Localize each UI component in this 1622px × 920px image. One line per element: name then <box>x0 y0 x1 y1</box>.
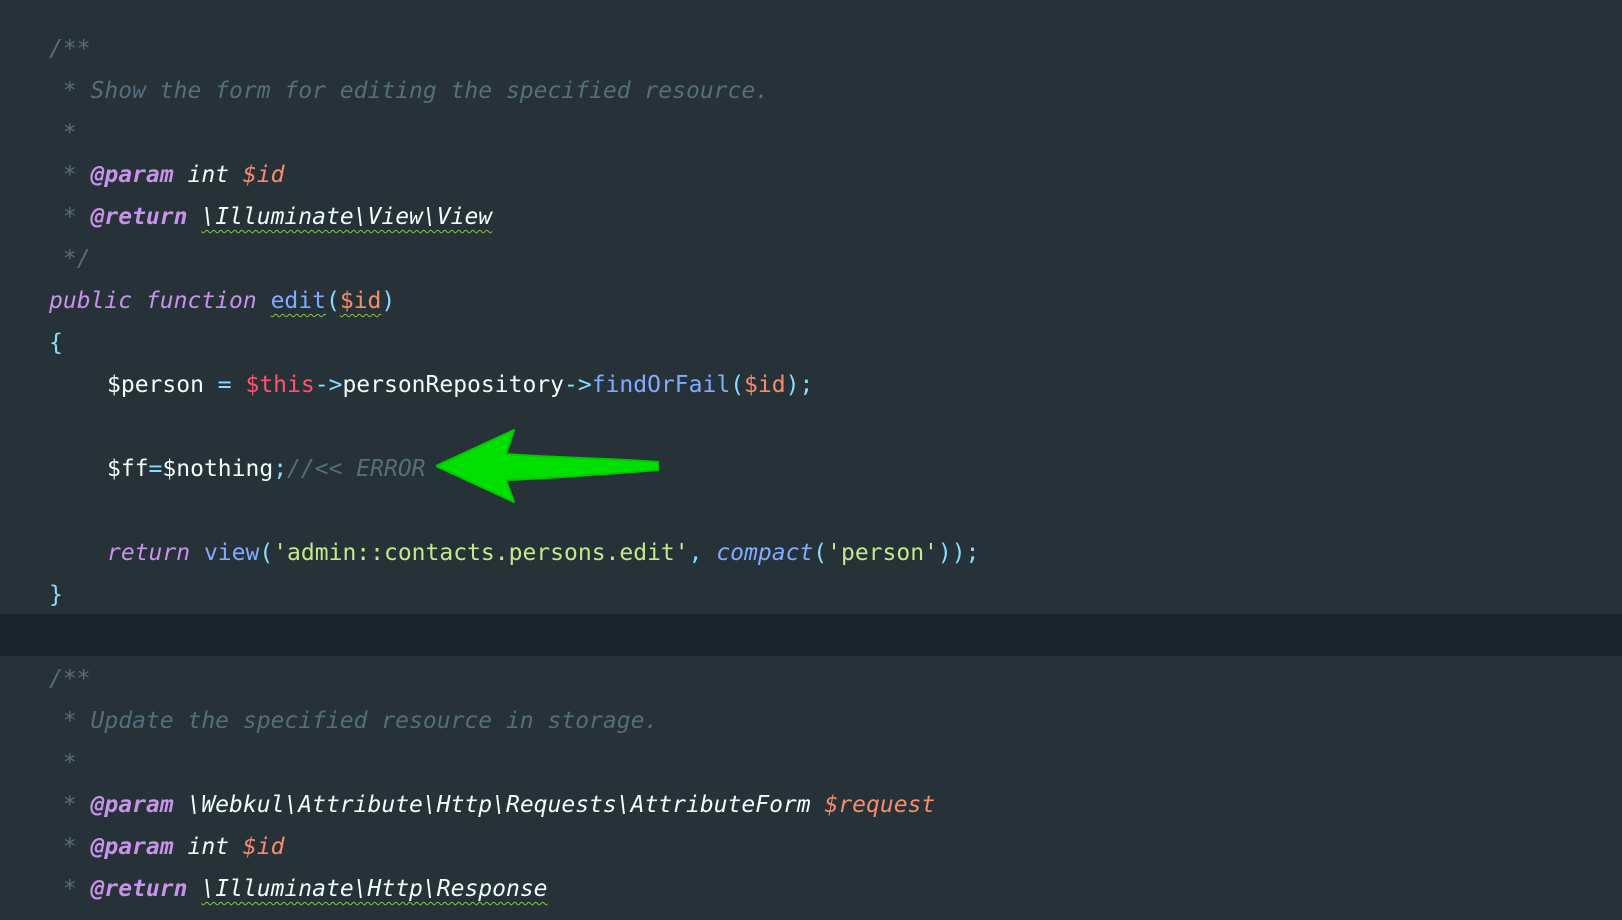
paren-open: ( <box>259 540 274 566</box>
brace-open: { <box>49 330 63 356</box>
doc-description: * Update the specified resource in stora… <box>49 708 659 734</box>
doc-star: * <box>49 834 91 860</box>
doc-tag-return: @return <box>90 876 188 902</box>
doc-param-type: \Webkul\Attribute\Http\Requests\Attribut… <box>173 792 825 818</box>
property-person-repository: personRepository <box>342 372 564 398</box>
func-view: view <box>203 540 260 566</box>
code-line-17[interactable]: * Update the specified resource in stora… <box>0 700 1622 742</box>
docblock-open: /** <box>49 666 91 692</box>
doc-param-line: * @param int $id <box>49 154 285 196</box>
error-comment: //<< ERROR <box>287 456 426 482</box>
doc-param-type: int <box>173 834 243 860</box>
paren-close-semicolon: ); <box>785 372 814 398</box>
var-nothing: $nothing <box>162 456 274 482</box>
paren-open: ( <box>325 288 340 314</box>
code-line-20[interactable]: * @param int $id <box>0 826 1622 868</box>
doc-empty-line: * <box>49 120 77 146</box>
code-line-14[interactable]: } <box>0 574 1622 616</box>
doc-return-line: * @return \Illuminate\Http\Response <box>49 868 548 910</box>
doc-return-type: \Illuminate\View\View <box>201 204 493 230</box>
code-line-10[interactable] <box>0 406 1622 448</box>
docblock-open: /** <box>49 36 91 62</box>
doc-return-type: \Illuminate\Http\Response <box>201 876 548 902</box>
code-line-7[interactable]: public function edit($id) <box>0 280 1622 322</box>
code-line-18[interactable]: * <box>0 742 1622 784</box>
code-line-13[interactable]: return view('admin::contacts.persons.edi… <box>0 532 1622 574</box>
method-find-or-fail: findOrFail <box>591 372 731 398</box>
assign-operator: = <box>203 372 246 398</box>
code-line-16[interactable]: /** <box>0 658 1622 700</box>
semicolon: ; <box>273 456 288 482</box>
doc-star: * <box>49 162 91 188</box>
doc-tag-param: @param <box>90 162 174 188</box>
var-person: $person <box>107 372 204 398</box>
doc-star: * <box>49 876 91 902</box>
code-line-4[interactable]: * @param int $id <box>0 154 1622 196</box>
func-compact: compact <box>716 540 814 566</box>
code-line-11[interactable]: $ff=$nothing;//<< ERROR <box>0 448 1622 490</box>
code-editor[interactable]: /** * Show the form for editing the spec… <box>0 0 1622 920</box>
function-signature: public function edit($id) <box>49 280 395 322</box>
comma: , <box>688 540 717 566</box>
doc-description: * Show the form for editing the specifie… <box>49 78 770 104</box>
string-view-name: 'admin::contacts.persons.edit' <box>273 540 689 566</box>
statement-return-view: return view('admin::contacts.persons.edi… <box>107 532 979 574</box>
var-ff: $ff <box>107 456 149 482</box>
statement-error-line: $ff=$nothing;//<< ERROR <box>107 448 426 490</box>
doc-empty-line: * <box>49 750 77 776</box>
doc-space <box>187 876 201 902</box>
this-keyword: $this <box>245 372 315 398</box>
green-arrow-annotation-icon <box>436 429 659 503</box>
code-line-21[interactable]: * @return \Illuminate\Http\Response <box>0 868 1622 910</box>
doc-param-line: * @param int $id <box>49 826 285 868</box>
docblock-close: */ <box>49 246 91 272</box>
doc-return-line: * @return \Illuminate\View\View <box>49 196 492 238</box>
doc-star: * <box>49 792 91 818</box>
doc-star: * <box>49 204 91 230</box>
paren-open: ( <box>813 540 828 566</box>
assign-operator: = <box>148 456 163 482</box>
object-operator: -> <box>314 372 343 398</box>
brace-close: } <box>49 582 63 608</box>
doc-tag-return: @return <box>90 204 188 230</box>
doc-param-line: * @param \Webkul\Attribute\Http\Requests… <box>49 784 935 826</box>
paren-close-semicolon: )); <box>937 540 980 566</box>
code-line-1[interactable]: /** <box>0 28 1622 70</box>
function-arg: $id <box>339 288 382 314</box>
doc-param-type: int <box>173 162 243 188</box>
doc-param-var: $request <box>824 792 936 818</box>
doc-space <box>187 204 201 230</box>
code-line-12[interactable] <box>0 490 1622 532</box>
code-line-9[interactable]: $person = $this->personRepository->findO… <box>0 364 1622 406</box>
keyword-return: return <box>107 540 191 566</box>
paren-close: ) <box>381 288 396 314</box>
code-line-3[interactable]: * <box>0 112 1622 154</box>
function-name: edit <box>270 288 326 314</box>
keyword-public-function: public function <box>49 288 271 314</box>
statement-find-person: $person = $this->personRepository->findO… <box>107 364 813 406</box>
code-line-5[interactable]: * @return \Illuminate\View\View <box>0 196 1622 238</box>
code-line-2[interactable]: * Show the form for editing the specifie… <box>0 70 1622 112</box>
doc-param-var: $id <box>242 162 285 188</box>
current-line-highlight[interactable] <box>0 614 1622 656</box>
code-line-6[interactable]: */ <box>0 238 1622 280</box>
string-person: 'person' <box>827 540 938 566</box>
code-line-19[interactable]: * @param \Webkul\Attribute\Http\Requests… <box>0 784 1622 826</box>
doc-tag-param: @param <box>90 834 174 860</box>
doc-param-var: $id <box>242 834 285 860</box>
paren-open: ( <box>730 372 745 398</box>
doc-tag-param: @param <box>90 792 174 818</box>
object-operator: -> <box>564 372 592 398</box>
code-line-8[interactable]: { <box>0 322 1622 364</box>
arg-id: $id <box>744 372 786 398</box>
